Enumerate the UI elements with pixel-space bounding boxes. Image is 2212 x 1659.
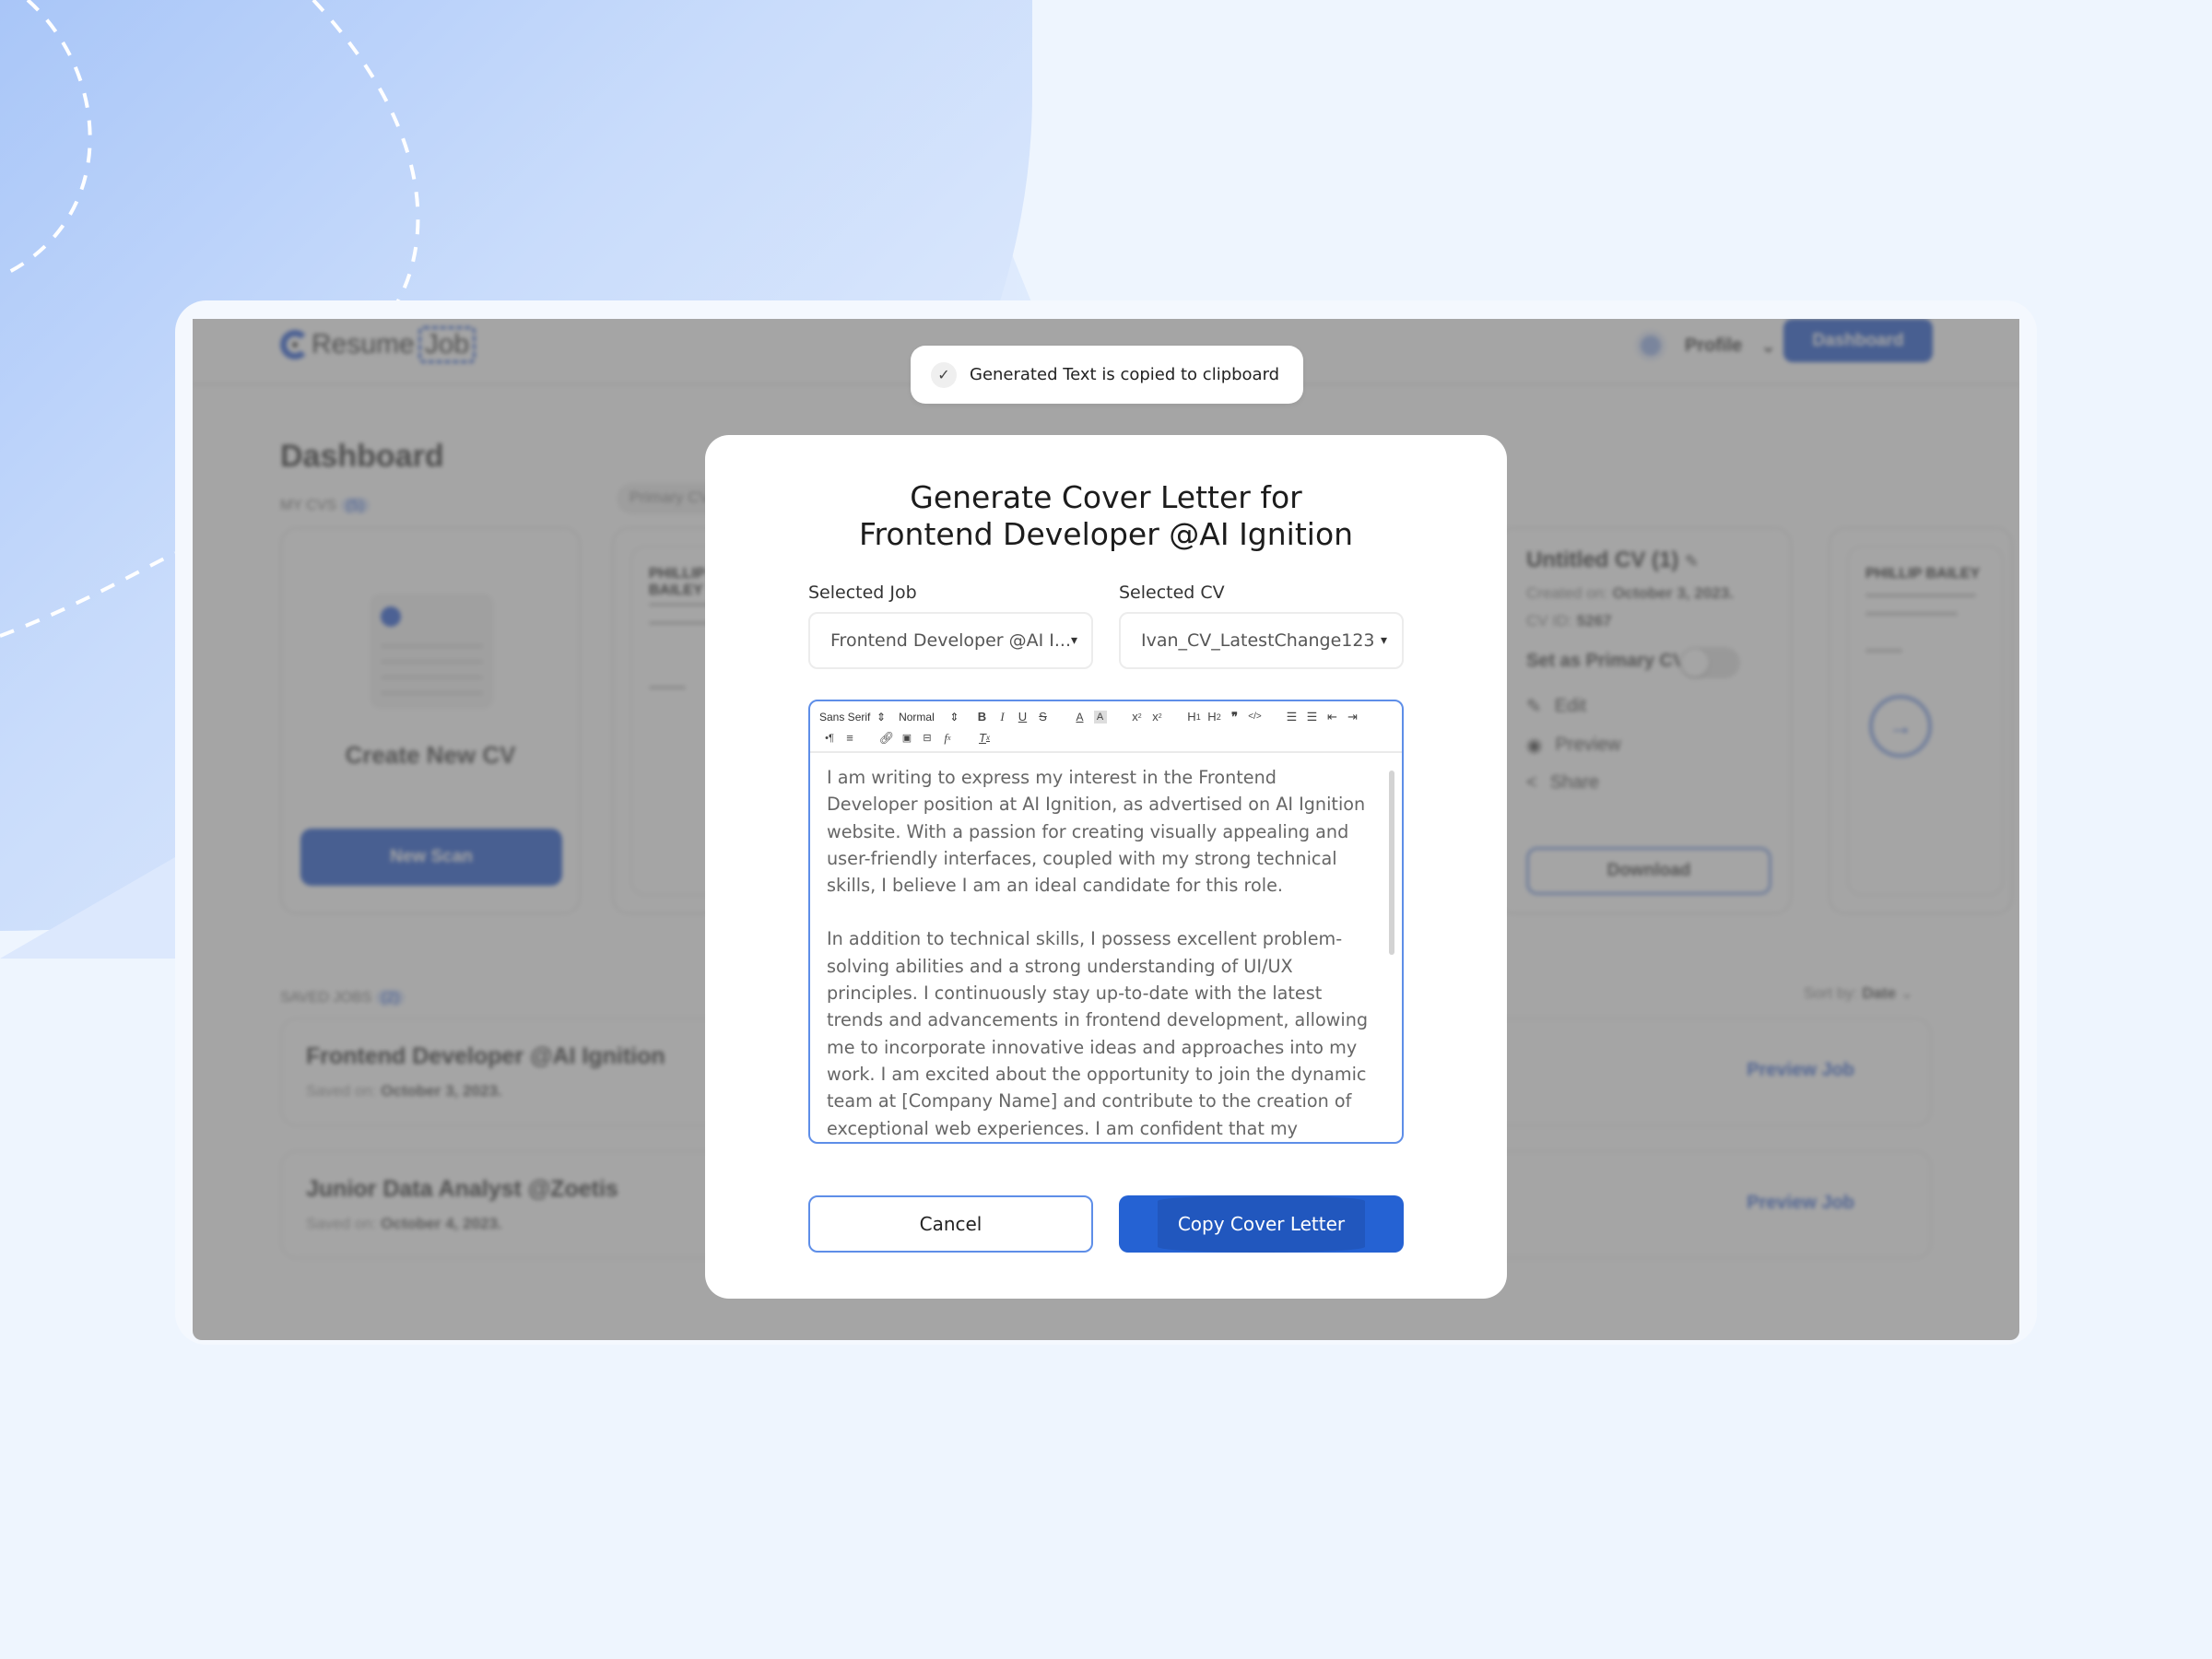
selected-job-label: Selected Job [808,582,917,603]
clipboard-toast: ✓ Generated Text is copied to clipboard [911,346,1303,404]
blockquote-icon[interactable]: ❞ [1225,708,1245,726]
selected-cv-label: Selected CV [1119,582,1225,603]
formula-icon[interactable]: fx [937,729,958,747]
size-select[interactable]: Normal ⇕ [899,711,959,724]
cover-letter-modal: Generate Cover Letter for Frontend Devel… [705,435,1507,1299]
text-color-icon[interactable]: A [1070,708,1090,726]
subscript-icon[interactable]: x2 [1127,708,1147,726]
underline-icon[interactable]: U [1013,708,1033,726]
header1-icon[interactable]: H1 [1184,708,1205,726]
chevron-down-icon: ▾ [1380,633,1387,648]
clear-format-icon[interactable]: Tx [974,729,994,747]
toast-message: Generated Text is copied to clipboard [970,365,1280,384]
rich-text-editor[interactable]: Sans Serif ⇕ Normal ⇕ B I U S A A x2 x2 … [808,700,1404,1144]
italic-icon[interactable]: I [993,708,1013,726]
bullet-list-icon[interactable]: ☰ [1302,708,1323,726]
cover-letter-text[interactable]: I am writing to express my interest in t… [827,764,1369,1142]
font-select[interactable]: Sans Serif ⇕ [819,711,886,724]
chevron-down-icon: ▾ [1071,633,1078,648]
background-color-icon[interactable]: A [1093,710,1107,724]
modal-title: Generate Cover Letter for Frontend Devel… [858,479,1354,552]
selected-job-select[interactable]: Frontend Developer @AI I... ▾ [808,612,1093,669]
image-icon[interactable]: ▣ [897,729,917,747]
cancel-button[interactable]: Cancel [808,1195,1093,1253]
video-icon[interactable]: ⊟ [917,729,937,747]
text-direction-icon[interactable]: •¶ [819,729,840,747]
selected-cv-select[interactable]: Ivan_CV_LatestChange123 ▾ [1119,612,1404,669]
ordered-list-icon[interactable]: ☰ [1282,708,1302,726]
header2-icon[interactable]: H2 [1205,708,1225,726]
editor-toolbar: Sans Serif ⇕ Normal ⇕ B I U S A A x2 x2 … [810,701,1402,753]
check-icon: ✓ [931,361,957,388]
indent-icon[interactable]: ⇥ [1343,708,1363,726]
editor-scrollbar[interactable] [1389,771,1394,955]
code-block-icon[interactable]: </> [1245,708,1265,726]
bold-icon[interactable]: B [972,708,993,726]
superscript-icon[interactable]: x2 [1147,708,1168,726]
outdent-icon[interactable]: ⇤ [1323,708,1343,726]
strikethrough-icon[interactable]: S [1033,708,1053,726]
copy-cover-letter-button[interactable]: Copy Cover Letter [1119,1195,1404,1253]
align-icon[interactable]: ≡ [840,729,860,747]
link-icon[interactable]: 🔗︎ [877,729,897,747]
